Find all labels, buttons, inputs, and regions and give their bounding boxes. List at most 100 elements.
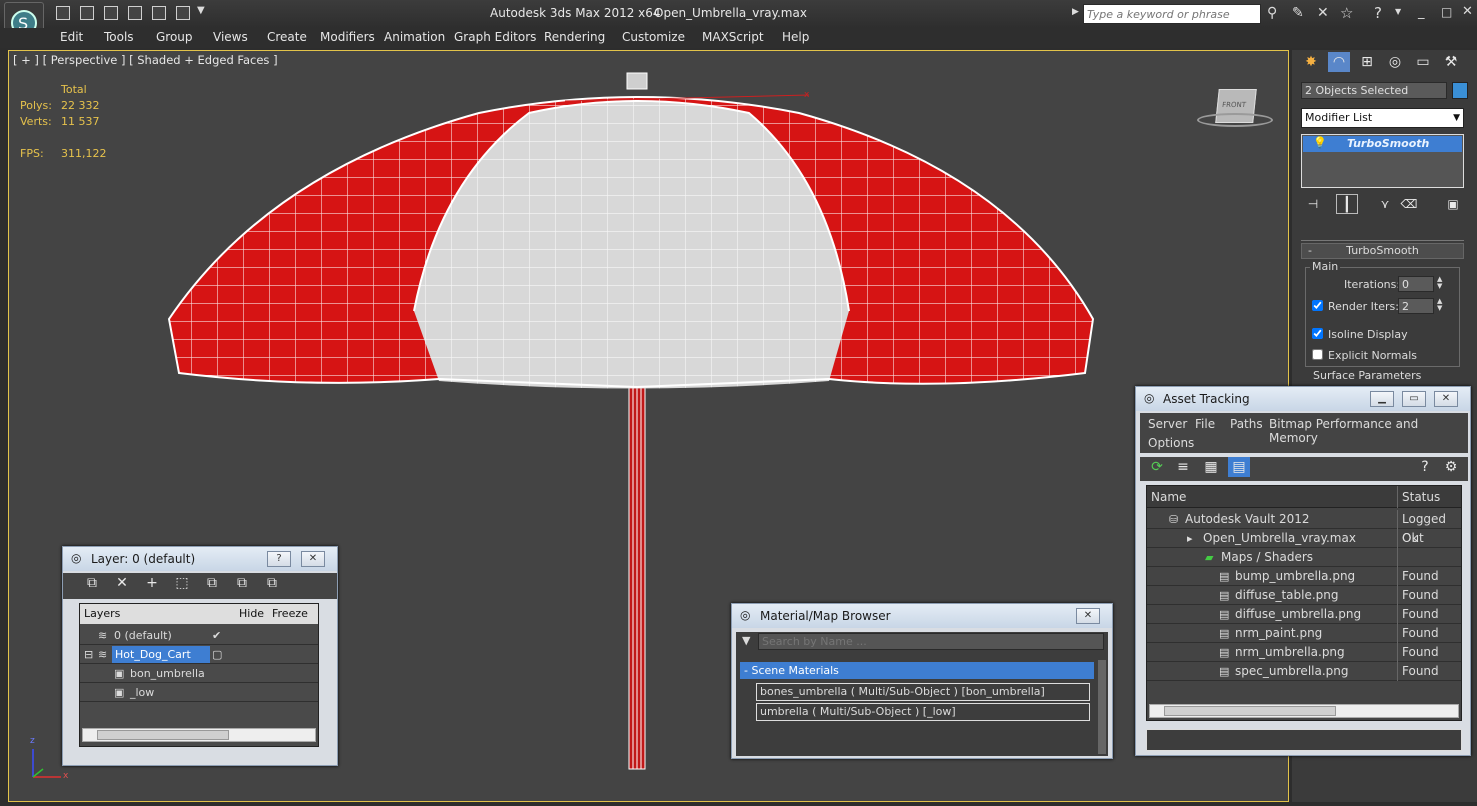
- modifier-list-dropdown[interactable]: Modifier List ▼: [1301, 108, 1464, 128]
- material-item[interactable]: bones_umbrella ( Multi/Sub-Object ) [bon…: [756, 683, 1090, 701]
- layer-row[interactable]: ▣ _low: [80, 683, 318, 702]
- asset-menu-options[interactable]: Options: [1148, 436, 1194, 450]
- refresh-icon[interactable]: ⟳: [1146, 457, 1168, 477]
- asset-minimize-button[interactable]: ▁: [1370, 391, 1394, 407]
- menu-tools[interactable]: Tools: [104, 30, 134, 44]
- tools-icon[interactable]: ✕: [1317, 5, 1329, 21]
- rollout-header[interactable]: - TurboSmooth: [1301, 243, 1464, 259]
- restore-window-button[interactable]: □: [1441, 5, 1452, 19]
- asset-menu-file[interactable]: File: [1195, 417, 1215, 431]
- menu-rendering[interactable]: Rendering: [544, 30, 605, 44]
- add-to-layer-icon[interactable]: +: [141, 573, 163, 593]
- menu-help[interactable]: Help: [782, 30, 809, 44]
- browser-options-icon[interactable]: ▼: [742, 634, 750, 647]
- asset-row[interactable]: ▤ diffuse_umbrella.png Found: [1147, 605, 1461, 624]
- search-expand-icon[interactable]: ▶: [1072, 7, 1079, 17]
- asset-row[interactable]: ▸ Open_Umbrella_vray.max Ok: [1147, 529, 1461, 548]
- menu-animation[interactable]: Animation: [384, 30, 445, 44]
- asset-menu-server[interactable]: Server: [1148, 417, 1187, 431]
- asset-row[interactable]: ▤ spec_umbrella.png Found: [1147, 662, 1461, 681]
- object-color-swatch[interactable]: [1452, 82, 1468, 99]
- lightbulb-icon[interactable]: 💡: [1313, 136, 1327, 149]
- iterations-spinner[interactable]: [1398, 276, 1434, 292]
- column-freeze[interactable]: Freeze: [272, 604, 308, 624]
- asset-row[interactable]: ▤ diffuse_table.png Found: [1147, 586, 1461, 605]
- menu-group[interactable]: Group: [156, 30, 193, 44]
- motion-tab-icon[interactable]: ◎: [1384, 52, 1406, 72]
- redo-icon[interactable]: [128, 6, 142, 20]
- render-iters-spinner-arrows[interactable]: ▲ ▼: [1437, 298, 1442, 312]
- close-window-button[interactable]: ✕: [1462, 4, 1473, 19]
- asset-hscrollbar[interactable]: [1149, 704, 1459, 718]
- render-iters-spinner[interactable]: [1398, 298, 1434, 314]
- help-icon[interactable]: ?: [1374, 4, 1382, 22]
- remove-modifier-icon[interactable]: ⌫: [1398, 194, 1420, 214]
- minimize-window-button[interactable]: _: [1418, 5, 1425, 20]
- vault-settings-icon[interactable]: ⚙: [1440, 457, 1462, 477]
- current-layer-icon[interactable]: ▢: [212, 645, 222, 664]
- column-hide[interactable]: Hide: [239, 604, 264, 624]
- stack-item-turbosmooth[interactable]: 💡 TurboSmooth: [1303, 136, 1462, 152]
- save-file-icon[interactable]: [80, 6, 94, 20]
- asset-maximize-button[interactable]: ▭: [1402, 391, 1426, 407]
- utilities-tab-icon[interactable]: ⚒: [1440, 52, 1462, 72]
- asset-menu-paths[interactable]: Paths: [1230, 417, 1263, 431]
- asset-row[interactable]: ▤ nrm_umbrella.png Found: [1147, 643, 1461, 662]
- iterations-spinner-arrows[interactable]: ▲ ▼: [1437, 276, 1442, 290]
- layer-hscrollbar[interactable]: [82, 728, 316, 742]
- create-layer-icon[interactable]: ⧉: [81, 573, 103, 593]
- material-item[interactable]: umbrella ( Multi/Sub-Object ) [_low]: [756, 703, 1090, 721]
- isoline-display-checkbox[interactable]: [1312, 328, 1323, 339]
- asset-tracking-titlebar[interactable]: ◎ Asset Tracking ▁ ▭ ✕: [1136, 387, 1470, 411]
- make-unique-icon[interactable]: ⋎: [1374, 194, 1396, 214]
- asset-close-button[interactable]: ✕: [1434, 391, 1458, 407]
- column-status[interactable]: Status: [1397, 486, 1440, 508]
- menu-edit[interactable]: Edit: [60, 30, 83, 44]
- menu-create[interactable]: Create: [267, 30, 307, 44]
- menu-graph-editors[interactable]: Graph Editors: [454, 30, 536, 44]
- show-end-result-icon[interactable]: ┃: [1336, 194, 1358, 214]
- create-tab-icon[interactable]: ✸: [1300, 52, 1322, 72]
- layer-row[interactable]: ▣ bon_umbrella: [80, 664, 318, 683]
- material-search-input[interactable]: [758, 633, 1104, 650]
- material-browser-titlebar[interactable]: ◎ Material/Map Browser ✕: [732, 604, 1112, 628]
- display-tab-icon[interactable]: ▭: [1412, 52, 1434, 72]
- asset-row[interactable]: ▤ bump_umbrella.png Found: [1147, 567, 1461, 586]
- communication-center-icon[interactable]: ✎: [1292, 5, 1304, 21]
- delete-layer-icon[interactable]: ✕: [111, 573, 133, 593]
- viewcube-ring[interactable]: [1197, 113, 1273, 127]
- asset-row[interactable]: ⛁ Autodesk Vault 2012 Logged Out: [1147, 510, 1461, 545]
- list-view-icon[interactable]: ≡: [1172, 457, 1194, 477]
- scene-materials-header[interactable]: - Scene Materials: [740, 662, 1094, 679]
- render-iters-checkbox[interactable]: [1312, 300, 1323, 311]
- layer-close-button[interactable]: ✕: [301, 551, 325, 567]
- material-browser-close-button[interactable]: ✕: [1076, 608, 1100, 624]
- modify-tab-icon[interactable]: ◠: [1328, 52, 1350, 72]
- selection-name-field[interactable]: [1301, 82, 1447, 99]
- asset-command-field[interactable]: [1146, 729, 1462, 751]
- hide-all-layers-icon[interactable]: ⧉: [231, 573, 253, 593]
- menu-maxscript[interactable]: MAXScript: [702, 30, 764, 44]
- hierarchy-tab-icon[interactable]: ⊞: [1356, 52, 1378, 72]
- layer-row[interactable]: ≋ 0 (default) ✔: [80, 626, 318, 645]
- freeze-all-layers-icon[interactable]: ⧉: [261, 573, 283, 593]
- favorites-icon[interactable]: ☆: [1340, 4, 1353, 22]
- explicit-normals-checkbox[interactable]: [1312, 349, 1323, 360]
- modifier-stack[interactable]: 💡 TurboSmooth: [1301, 134, 1464, 188]
- menu-customize[interactable]: Customize: [622, 30, 685, 44]
- hold-icon[interactable]: [152, 6, 166, 20]
- open-file-icon[interactable]: [56, 6, 70, 20]
- menu-modifiers[interactable]: Modifiers: [320, 30, 375, 44]
- table-view-icon[interactable]: ▤: [1228, 457, 1250, 477]
- scroll-thumb[interactable]: [97, 730, 229, 740]
- highlight-layer-icon[interactable]: ⧉: [201, 573, 223, 593]
- asset-menu-bitmap[interactable]: Bitmap Performance and Memory: [1269, 417, 1468, 445]
- asset-row[interactable]: ▰ Maps / Shaders: [1147, 548, 1461, 567]
- material-vscrollbar[interactable]: [1098, 660, 1106, 754]
- asset-row[interactable]: ▤ nrm_paint.png Found: [1147, 624, 1461, 643]
- menu-views[interactable]: Views: [213, 30, 248, 44]
- layer-dialog-titlebar[interactable]: ◎ Layer: 0 (default) ? ✕: [63, 547, 337, 571]
- layer-help-button[interactable]: ?: [267, 551, 291, 567]
- pin-stack-icon[interactable]: ⊣: [1302, 194, 1324, 214]
- undo-icon[interactable]: [104, 6, 118, 20]
